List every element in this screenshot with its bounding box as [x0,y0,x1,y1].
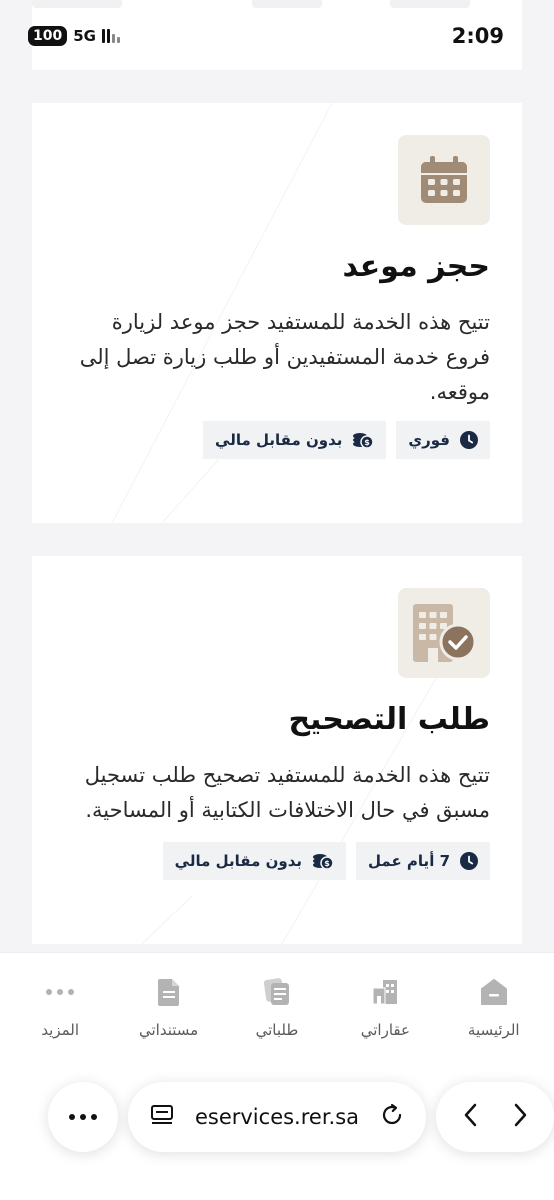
service-title: حجز موعد [342,249,490,284]
nav-item-more[interactable]: المزيد [10,975,110,1055]
fee-chip: $ بدون مقابل مالي [203,421,387,459]
status-time: 2:09 [451,24,504,48]
fee-label: بدون مقابل مالي [215,431,343,449]
home-icon [479,975,509,1009]
forward-icon[interactable] [510,1102,530,1132]
history-navigation [436,1082,554,1152]
url-text: eservices.rer.sa [194,1105,360,1129]
bottom-navigation: الرئيسية عقاراتي طلباتي مستنداتي المزيد [0,952,554,1200]
nav-label: الرئيسية [467,1021,520,1039]
svg-text:$: $ [365,438,371,447]
service-description: تتيح هذه الخدمة للمستفيد حجز موعد لزيارة… [79,310,490,404]
browser-toolbar: eservices.rer.sa [0,1082,554,1152]
browser-more-button[interactable] [48,1082,118,1152]
card-stub [32,0,122,8]
nav-item-documents[interactable]: مستنداتي [119,975,219,1055]
service-card-correction[interactable]: طلب التصحيح تتيح هذه الخدمة للمستفيد تصح… [32,556,522,944]
fee-label: بدون مقابل مالي [174,852,303,870]
duration-label: فوري [408,431,450,449]
service-meta: فوري $ بدون مقابل مالي [203,421,490,459]
page-menu-icon[interactable] [150,1104,174,1130]
service-meta: 7 أيام عمل $ بدون مقابل مالي [162,842,490,880]
nav-label: المزيد [41,1021,80,1039]
network-type: 5G [73,27,96,45]
nav-label: طلباتي [255,1021,299,1039]
service-description: تتيح هذه الخدمة للمستفيد تصحيح طلب تسجيل… [84,763,490,822]
duration-chip: فوري [396,421,490,459]
nav-item-requests[interactable]: طلباتي [227,975,327,1055]
back-icon[interactable] [461,1102,481,1132]
clock-icon [460,852,478,870]
document-icon [157,975,181,1009]
battery-indicator: 100 [28,26,68,46]
service-title: طلب التصحيح [288,702,490,737]
more-dots-icon [45,975,75,1009]
duration-chip: 7 أيام عمل [356,842,490,880]
buildings-icon [371,975,399,1009]
nav-label: مستنداتي [138,1021,199,1039]
coins-icon: $ [352,431,375,449]
building-check-icon [398,588,490,678]
signal-icon [101,29,120,43]
requests-icon [263,975,291,1009]
reload-icon[interactable] [380,1103,404,1131]
fee-chip: $ بدون مقابل مالي [162,842,347,880]
card-stub [390,0,470,8]
nav-item-home[interactable]: الرئيسية [444,975,544,1055]
nav-item-properties[interactable]: عقاراتي [335,975,435,1055]
more-dots-icon [69,1114,97,1120]
card-stub [252,0,322,8]
nav-label: عقاراتي [360,1021,410,1039]
address-bar[interactable]: eservices.rer.sa [128,1082,426,1152]
svg-text:$: $ [324,859,330,868]
clock-icon [460,431,478,449]
coins-icon: $ [312,852,334,870]
calendar-icon [398,135,490,225]
status-bar: 100 5G 2:09 [0,18,554,54]
service-card-appointment[interactable]: حجز موعد تتيح هذه الخدمة للمستفيد حجز مو… [32,103,522,523]
duration-label: 7 أيام عمل [368,852,450,870]
